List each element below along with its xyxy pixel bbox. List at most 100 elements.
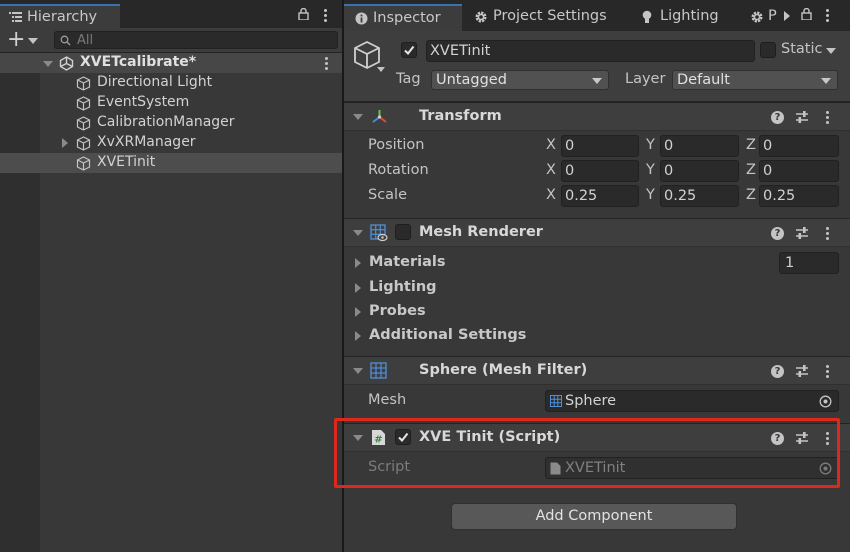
presets-icon[interactable] [795, 226, 809, 240]
object-picker-icon[interactable] [819, 395, 832, 408]
mesh-value: Sphere [565, 393, 617, 409]
list-item[interactable]: EventSystem [0, 93, 342, 113]
search-input[interactable]: All [77, 32, 93, 49]
list-item[interactable]: Directional Light [0, 73, 342, 93]
axis-y-label[interactable]: Y [646, 137, 655, 153]
inspector-menu-icon[interactable] [826, 9, 829, 22]
collapse-arrow-icon[interactable] [353, 114, 363, 120]
list-item-label: EventSystem [97, 94, 190, 110]
presets-icon[interactable] [795, 364, 809, 378]
expand-arrow-icon[interactable] [62, 138, 68, 148]
axis-z-label[interactable]: Z [746, 137, 756, 153]
scene-menu-icon[interactable] [325, 57, 328, 70]
tab-inspector[interactable]: Inspector [344, 4, 462, 31]
add-component-button[interactable]: Add Component [451, 503, 737, 530]
layer-value: Default [677, 72, 730, 88]
object-name-field[interactable]: XVETinit [426, 40, 755, 62]
axis-z-label[interactable]: Z [746, 187, 756, 203]
add-object-button[interactable]: + [7, 27, 25, 53]
transform-title: Transform [419, 108, 502, 124]
axis-x-label[interactable]: X [546, 162, 556, 178]
chevron-down-icon[interactable] [377, 67, 385, 72]
chevron-down-icon[interactable] [28, 38, 38, 44]
materials-size-field[interactable]: 1 [779, 252, 839, 274]
list-item[interactable]: XvXRManager [0, 133, 342, 153]
axis-x-label[interactable]: X [546, 187, 556, 203]
additional-settings-foldout[interactable]: Additional Settings [369, 327, 526, 343]
hierarchy-menu-icon[interactable] [324, 9, 327, 22]
lighting-foldout[interactable]: Lighting [369, 279, 437, 295]
lock-icon[interactable] [298, 8, 309, 20]
static-label: Static [781, 41, 823, 57]
rotation-x-field[interactable]: 0 [561, 160, 639, 182]
chevron-down-icon[interactable] [826, 48, 836, 54]
gameobject-icon [76, 116, 91, 131]
position-x-field[interactable]: 0 [561, 135, 639, 157]
component-menu-icon[interactable] [826, 365, 829, 378]
list-item-label: CalibrationManager [97, 114, 235, 130]
scale-y-field[interactable]: 0.25 [660, 185, 739, 207]
materials-foldout[interactable]: Materials [369, 254, 446, 270]
rotation-y-field[interactable]: 0 [660, 160, 739, 182]
axis-x-label[interactable]: X [546, 137, 556, 153]
axis-y-label[interactable]: Y [646, 187, 655, 203]
position-z-field[interactable]: 0 [759, 135, 839, 157]
position-y-field[interactable]: 0 [660, 135, 739, 157]
collapse-arrow-icon[interactable] [353, 230, 363, 236]
mesh-renderer-enabled-checkbox[interactable] [395, 224, 411, 240]
layer-dropdown[interactable]: Default [672, 70, 838, 90]
hierarchy-search[interactable]: All [54, 31, 338, 49]
mesh-object-field[interactable]: Sphere [545, 390, 839, 412]
tab-hierarchy[interactable]: Hierarchy [0, 4, 120, 28]
expand-arrow-icon[interactable] [355, 283, 361, 293]
mesh-icon [550, 395, 562, 407]
probes-foldout[interactable]: Probes [369, 303, 426, 319]
scene-row[interactable]: XVETcalibrate* [0, 53, 342, 73]
help-icon[interactable]: ? [771, 365, 784, 378]
gameobject-icon [76, 136, 91, 151]
expand-arrow-icon[interactable] [43, 61, 53, 67]
tab-project-settings[interactable]: Project Settings [493, 8, 607, 24]
lightbulb-icon [642, 10, 652, 24]
gear-icon [750, 10, 764, 24]
list-item[interactable]: CalibrationManager [0, 113, 342, 133]
tab-lighting[interactable]: Lighting [660, 8, 719, 24]
list-item-label: XvXRManager [97, 134, 196, 150]
collapse-arrow-icon[interactable] [353, 368, 363, 374]
transform-header[interactable]: Transform ? [344, 102, 850, 131]
static-checkbox[interactable] [760, 42, 776, 58]
help-icon[interactable]: ? [771, 227, 784, 240]
component-menu-icon[interactable] [826, 111, 829, 124]
tag-label: Tag [396, 71, 421, 87]
scale-label: Scale [368, 187, 408, 203]
axis-y-label[interactable]: Y [646, 162, 655, 178]
mesh-renderer-header[interactable]: Mesh Renderer ? [344, 218, 850, 247]
axis-z-label[interactable]: Z [746, 162, 756, 178]
expand-arrow-icon[interactable] [355, 307, 361, 317]
tab-overflow[interactable]: P [768, 8, 777, 24]
transform-icon [371, 108, 388, 125]
active-checkbox[interactable] [401, 42, 417, 58]
scale-z-field[interactable]: 0.25 [759, 185, 839, 207]
expand-arrow-icon[interactable] [355, 258, 361, 268]
list-item-selected[interactable]: XVETinit [0, 153, 342, 173]
rotation-z-field[interactable]: 0 [759, 160, 839, 182]
cube-icon[interactable] [352, 40, 382, 70]
gameobject-icon [76, 96, 91, 111]
position-label: Position [368, 137, 425, 153]
mesh-filter-header[interactable]: Sphere (Mesh Filter) ? [344, 356, 850, 385]
component-menu-icon[interactable] [826, 227, 829, 240]
presets-icon[interactable] [795, 110, 809, 124]
info-icon [355, 12, 368, 25]
tab-scroll-right-icon[interactable] [784, 11, 790, 21]
highlight-box [334, 418, 840, 488]
scale-x-field[interactable]: 0.25 [561, 185, 639, 207]
list-item-label: XVETinit [97, 154, 156, 170]
mesh-label: Mesh [368, 392, 407, 408]
list-item-label: Directional Light [97, 74, 213, 90]
layer-label: Layer [625, 71, 666, 87]
help-icon[interactable]: ? [771, 111, 784, 124]
lock-icon[interactable] [801, 8, 812, 20]
expand-arrow-icon[interactable] [355, 331, 361, 341]
tag-dropdown[interactable]: Untagged [431, 70, 609, 90]
